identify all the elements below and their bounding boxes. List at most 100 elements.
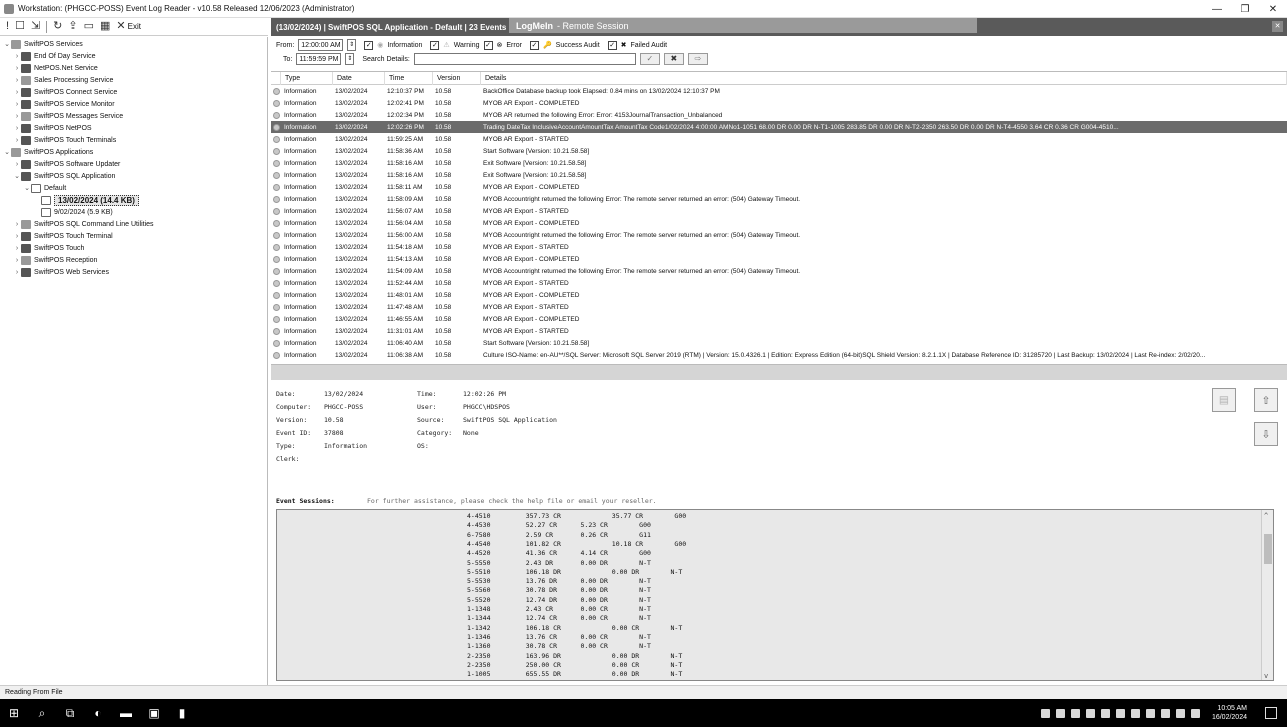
chevron-right-icon[interactable]: › <box>13 77 21 84</box>
tree-item[interactable]: › NetPOS.Net Service <box>0 62 267 74</box>
from-time-input[interactable]: 12:00:00 AM <box>298 39 344 51</box>
table-row[interactable]: Information 13/02/2024 12:02:34 PM 10.58 MYO… <box>271 109 1287 121</box>
chevron-right-icon[interactable]: › <box>13 257 21 264</box>
chevron-right-icon[interactable]: › <box>13 53 21 60</box>
close-button[interactable]: ✕ <box>1259 0 1287 18</box>
tree-item[interactable]: ⌄ SwiftPOS Services <box>0 38 267 50</box>
tree-item[interactable]: › Sales Processing Service <box>0 74 267 86</box>
table-row[interactable]: Information 13/02/2024 11:56:04 AM 10.58 MYO… <box>271 217 1287 229</box>
tray-globe-icon[interactable] <box>1160 708 1170 718</box>
tray-battery-icon[interactable] <box>1130 708 1140 718</box>
chevron-right-icon[interactable]: › <box>13 89 21 96</box>
chevron-right-icon[interactable]: › <box>13 233 21 240</box>
tree-item[interactable]: › End Of Day Service <box>0 50 267 62</box>
tree-item[interactable]: 9/02/2024 (5.9 KB) <box>0 206 267 218</box>
clock[interactable]: 10:05 AM 16/02/2024 <box>1212 704 1247 722</box>
table-row[interactable]: Information 13/02/2024 11:54:18 AM 10.58 MYO… <box>271 241 1287 253</box>
tree-item[interactable]: › SwiftPOS NetPOS <box>0 122 267 134</box>
column-type[interactable]: Type <box>281 72 333 85</box>
table-row[interactable]: Information 13/02/2024 11:58:16 AM 10.58 Exi… <box>271 157 1287 169</box>
event-sessions-box[interactable]: ^ v 4-4510 357.73 CR 35.77 CR G00 4-4530 … <box>276 509 1274 681</box>
table-row[interactable]: Information 13/02/2024 11:31:01 AM 10.58 MYO… <box>271 325 1287 337</box>
volume-icon[interactable] <box>1190 708 1200 718</box>
tree-item[interactable]: › SwiftPOS Reception <box>0 254 267 266</box>
exit-button[interactable]: ✕ Exit <box>116 21 141 32</box>
scroll-down-icon[interactable]: v <box>1264 672 1268 680</box>
column-date[interactable]: Date <box>333 72 385 85</box>
settings-icon[interactable]: ▦ <box>100 21 110 32</box>
scroll-up-icon[interactable]: ^ <box>1264 512 1268 520</box>
edge-browser-icon[interactable]: ◐ <box>84 699 112 727</box>
chevron-down-icon[interactable]: ⌄ <box>3 40 11 48</box>
table-row[interactable]: Information 13/02/2024 11:46:55 AM 10.58 MYO… <box>271 313 1287 325</box>
tray-display-icon[interactable] <box>1175 708 1185 718</box>
previous-event-button[interactable]: ⇧ <box>1254 388 1278 412</box>
tree-item[interactable]: › SwiftPOS Service Monitor <box>0 98 267 110</box>
failed-audit-checkbox[interactable]: ✓ <box>607 40 617 50</box>
error-checkbox[interactable]: ✓ <box>483 40 493 50</box>
table-row[interactable]: Information 13/02/2024 11:56:07 AM 10.58 MYO… <box>271 205 1287 217</box>
refresh-icon[interactable]: ↻ <box>53 21 62 32</box>
table-row[interactable]: Information 13/02/2024 11:58:36 AM 10.58 Sta… <box>271 145 1287 157</box>
table-row[interactable]: Information 13/02/2024 11:06:38 AM 10.58 Cul… <box>271 349 1287 361</box>
table-row[interactable]: Information 13/02/2024 11:58:09 AM 10.58 MYO… <box>271 193 1287 205</box>
search-details-input[interactable] <box>413 53 636 65</box>
chevron-right-icon[interactable]: › <box>13 269 21 276</box>
chevron-down-icon[interactable]: ⌄ <box>3 148 11 156</box>
copy-button[interactable]: ▤ <box>1212 388 1236 412</box>
to-spinner[interactable]: ⇕ <box>345 53 355 65</box>
chevron-right-icon[interactable]: › <box>13 125 21 132</box>
chevron-right-icon[interactable]: › <box>13 101 21 108</box>
chevron-down-icon[interactable]: ⌄ <box>23 184 31 192</box>
horizontal-scrollbar[interactable] <box>271 364 1287 380</box>
chevron-right-icon[interactable]: › <box>13 65 21 72</box>
from-spinner[interactable]: ⇕ <box>347 39 357 51</box>
tree-item[interactable]: ⌄ Default <box>0 182 267 194</box>
open-file-icon[interactable]: ☐ <box>15 21 25 32</box>
table-row[interactable]: Information 13/02/2024 11:56:00 AM 10.58 MYO… <box>271 229 1287 241</box>
column-version[interactable]: Version <box>433 72 481 85</box>
table-row[interactable]: Information 13/02/2024 12:02:41 PM 10.58 MYO… <box>271 97 1287 109</box>
chevron-right-icon[interactable]: › <box>13 113 21 120</box>
table-row[interactable]: Information 13/02/2024 11:47:48 AM 10.58 MYO… <box>271 301 1287 313</box>
backoffice-icon[interactable]: ▣ <box>140 699 168 727</box>
tray-app-icon[interactable] <box>1040 708 1050 718</box>
table-row[interactable]: Information 13/02/2024 11:54:13 AM 10.58 MYO… <box>271 253 1287 265</box>
tray-network-icon[interactable] <box>1115 708 1125 718</box>
start-windows-icon[interactable]: ⊞ <box>0 699 28 727</box>
tree-item[interactable]: ⌄ SwiftPOS SQL Application <box>0 170 267 182</box>
restore-button[interactable]: ❐ <box>1231 0 1259 18</box>
export-icon[interactable]: ⇲ <box>31 21 40 32</box>
warning-checkbox[interactable]: ✓ <box>430 40 440 50</box>
chevron-right-icon[interactable]: › <box>13 245 21 252</box>
chevron-right-icon[interactable]: › <box>13 161 21 168</box>
notification-icon[interactable] <box>1265 707 1277 719</box>
table-row[interactable]: Information 13/02/2024 11:54:09 AM 10.58 MYO… <box>271 265 1287 277</box>
next-result-button[interactable]: ⇨ <box>687 53 708 65</box>
event-log-reader-icon[interactable]: ▮ <box>168 699 196 727</box>
table-row[interactable]: Information 13/02/2024 12:10:37 PM 10.58 Bac… <box>271 85 1287 97</box>
upload-icon[interactable]: ⇪ <box>68 21 77 32</box>
tray-people-icon[interactable] <box>1145 708 1155 718</box>
table-row[interactable]: Information 13/02/2024 11:52:44 AM 10.58 MYO… <box>271 277 1287 289</box>
table-row[interactable]: Information 13/02/2024 12:02:26 PM 10.58 Tra… <box>271 121 1287 133</box>
tree-item[interactable]: › SwiftPOS Connect Service <box>0 86 267 98</box>
success-audit-checkbox[interactable]: ✓ <box>529 40 539 50</box>
tree-item[interactable]: ⌄ SwiftPOS Applications <box>0 146 267 158</box>
tree-item[interactable]: › SwiftPOS Web Services <box>0 266 267 278</box>
tree-item[interactable]: › SwiftPOS Touch Terminal <box>0 230 267 242</box>
tray-edit-icon[interactable] <box>1070 708 1080 718</box>
tree-item[interactable]: › SwiftPOS Messages Service <box>0 110 267 122</box>
tray-shield-icon[interactable] <box>1085 708 1095 718</box>
table-row[interactable]: Information 13/02/2024 11:58:11 AM 10.58 MYO… <box>271 181 1287 193</box>
close-pane-icon[interactable]: ✕ <box>1272 21 1283 32</box>
column-time[interactable]: Time <box>385 72 433 85</box>
clear-search-button[interactable]: ✖ <box>663 53 684 65</box>
information-checkbox[interactable]: ✓ <box>364 40 374 50</box>
table-row[interactable]: Information 13/02/2024 11:06:40 AM 10.58 Sta… <box>271 337 1287 349</box>
apply-search-button[interactable]: ✓ <box>639 53 660 65</box>
tree-item[interactable]: 13/02/2024 (14.4 KB) <box>0 194 267 206</box>
chevron-right-icon[interactable]: › <box>13 221 21 228</box>
search-icon[interactable]: ⌕ <box>28 699 56 727</box>
table-row[interactable]: Information 13/02/2024 11:59:25 AM 10.58 MYO… <box>271 133 1287 145</box>
